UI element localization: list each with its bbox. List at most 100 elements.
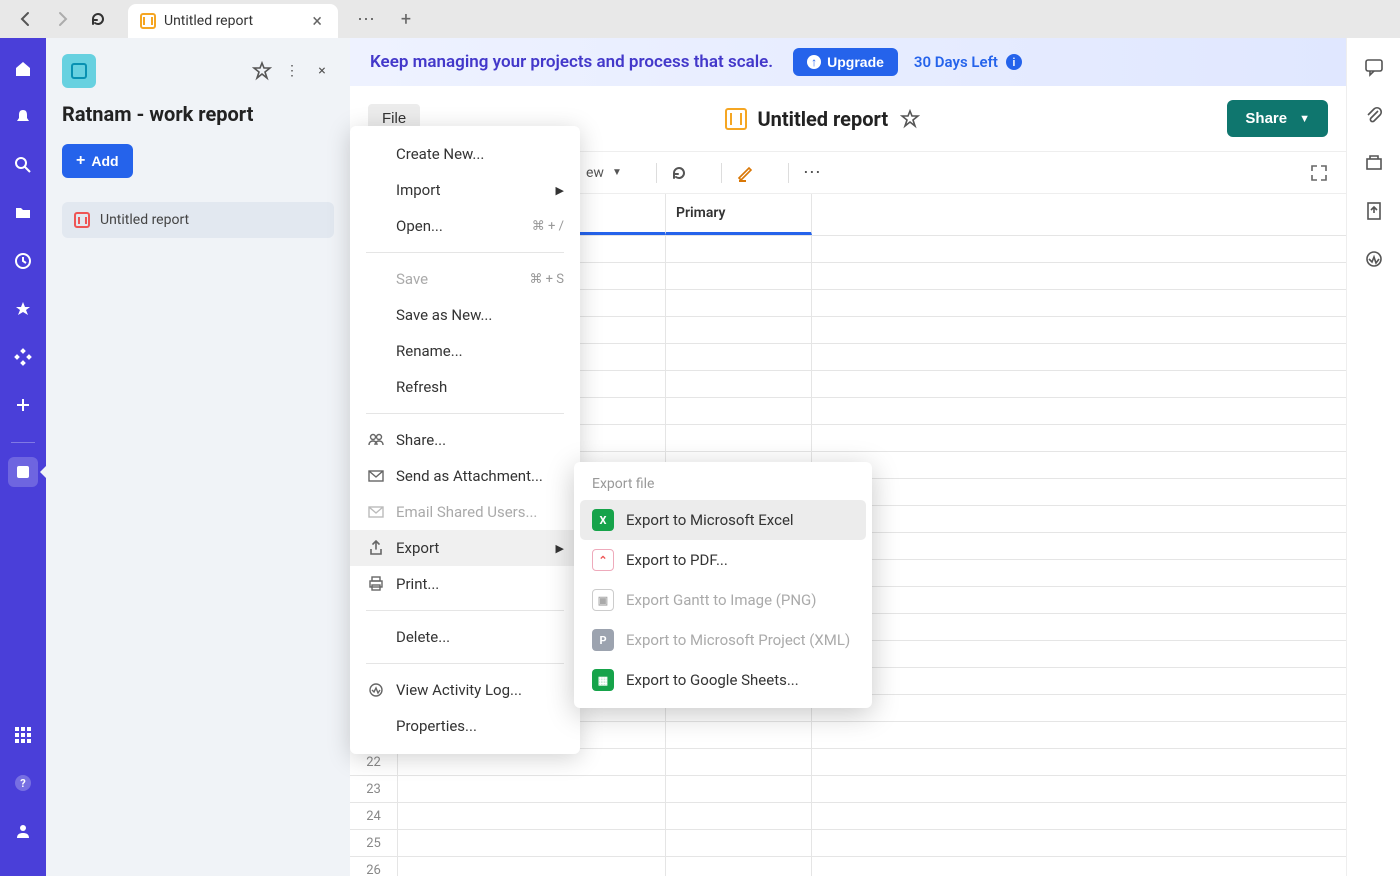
app-frame: ? ⋮ × Ratnam - work report +Add Untitled… (0, 38, 1400, 876)
table-row[interactable]: 23 (350, 776, 1346, 803)
favorites-icon[interactable] (8, 294, 38, 324)
export-pdf[interactable]: ⌃Export to PDF... (580, 540, 866, 580)
favorite-workspace-button[interactable] (250, 59, 274, 83)
menu-open[interactable]: Open...⌘ + / (350, 208, 580, 244)
cell[interactable] (666, 776, 812, 802)
cell[interactable] (666, 425, 812, 451)
tab-close-button[interactable]: × (312, 11, 322, 32)
publish-icon[interactable] (1359, 196, 1389, 226)
tab-title: Untitled report (164, 13, 304, 29)
table-row[interactable]: 26 (350, 857, 1346, 876)
mail-icon (366, 504, 386, 520)
menu-save-as-new[interactable]: Save as New... (350, 297, 580, 333)
cell[interactable] (666, 317, 812, 343)
export-excel[interactable]: XExport to Microsoft Excel (580, 500, 866, 540)
new-tab-button[interactable]: + (392, 9, 420, 30)
refresh-button[interactable] (671, 165, 687, 181)
cell[interactable] (398, 803, 666, 829)
menu-delete[interactable]: Delete... (350, 619, 580, 655)
pdf-icon: ⌃ (592, 549, 614, 571)
menu-rename[interactable]: Rename... (350, 333, 580, 369)
toolbar-more-button[interactable]: ⋯ (803, 162, 821, 183)
cell[interactable] (666, 263, 812, 289)
folder-icon[interactable] (8, 198, 38, 228)
help-icon[interactable]: ? (8, 768, 38, 798)
menu-divider (366, 252, 564, 253)
menu-import[interactable]: Import▶ (350, 172, 580, 208)
recents-icon[interactable] (8, 246, 38, 276)
primary-column-header[interactable]: Primary (666, 194, 812, 235)
cell[interactable] (666, 290, 812, 316)
activity-icon (366, 682, 386, 698)
notifications-icon[interactable] (8, 102, 38, 132)
tab-more-button[interactable]: ⋯ (352, 9, 380, 30)
svg-text:?: ? (20, 777, 26, 790)
menu-create-new[interactable]: Create New... (350, 136, 580, 172)
export-google-sheets[interactable]: ▦Export to Google Sheets... (580, 660, 866, 700)
chevron-down-icon: ▼ (612, 167, 622, 178)
highlight-button[interactable] (736, 164, 754, 182)
share-button[interactable]: Share▼ (1227, 100, 1328, 137)
menu-send-attachment[interactable]: Send as Attachment... (350, 458, 580, 494)
comments-icon[interactable] (1359, 52, 1389, 82)
cell[interactable] (666, 236, 812, 262)
report-icon (74, 212, 90, 228)
apps-grid-icon[interactable] (8, 720, 38, 750)
image-icon: ▣ (592, 589, 614, 611)
add-button[interactable]: +Add (62, 144, 133, 178)
export-gantt-png: ▣Export Gantt to Image (PNG) (580, 580, 866, 620)
print-icon (366, 576, 386, 592)
home-icon[interactable] (8, 54, 38, 84)
menu-divider (366, 663, 564, 664)
cell[interactable] (398, 776, 666, 802)
cell[interactable] (398, 857, 666, 876)
proofs-icon[interactable] (1359, 148, 1389, 178)
cell[interactable] (666, 830, 812, 856)
cell[interactable] (398, 830, 666, 856)
browser-tab[interactable]: Untitled report × (128, 4, 338, 38)
menu-export[interactable]: Export▶ (350, 530, 580, 566)
menu-refresh[interactable]: Refresh (350, 369, 580, 405)
workspace-title: Ratnam - work report (62, 102, 334, 126)
workapps-icon[interactable] (8, 342, 38, 372)
tree-item-untitled-report[interactable]: Untitled report (62, 202, 334, 238)
cell[interactable] (666, 749, 812, 775)
menu-view-activity[interactable]: View Activity Log... (350, 672, 580, 708)
right-rail (1346, 38, 1400, 876)
close-panel-button[interactable]: × (310, 59, 334, 83)
row-number: 23 (350, 776, 398, 802)
gsheets-icon: ▦ (592, 669, 614, 691)
view-dropdown[interactable]: ew▼ (586, 165, 622, 181)
upgrade-button[interactable]: ↑Upgrade (793, 48, 898, 76)
activity-log-icon[interactable] (1359, 244, 1389, 274)
expand-button[interactable] (1310, 164, 1328, 182)
menu-properties[interactable]: Properties... (350, 708, 580, 744)
table-row[interactable]: 24 (350, 803, 1346, 830)
cell[interactable] (666, 803, 812, 829)
menu-print[interactable]: Print... (350, 566, 580, 602)
search-icon[interactable] (8, 150, 38, 180)
add-icon[interactable] (8, 390, 38, 420)
menu-divider (366, 610, 564, 611)
toolbar-divider (788, 163, 789, 183)
table-row[interactable]: 25 (350, 830, 1346, 857)
attachments-icon[interactable] (1359, 100, 1389, 130)
nav-forward-button[interactable] (48, 5, 76, 33)
chevron-right-icon: ▶ (556, 542, 564, 555)
cell[interactable] (666, 722, 812, 748)
cell[interactable] (666, 371, 812, 397)
reload-button[interactable] (84, 5, 112, 33)
workspace-more-button[interactable]: ⋮ (280, 59, 304, 83)
nav-back-button[interactable] (12, 5, 40, 33)
cell[interactable] (666, 344, 812, 370)
upgrade-button-label: Upgrade (827, 54, 884, 70)
favorite-report-button[interactable] (898, 107, 922, 131)
menu-share[interactable]: Share... (350, 422, 580, 458)
cell[interactable] (666, 857, 812, 876)
workspace-icon[interactable] (8, 457, 38, 487)
shortcut-label: ⌘ + / (532, 219, 564, 234)
account-icon[interactable] (8, 816, 38, 846)
export-ms-project: PExport to Microsoft Project (XML) (580, 620, 866, 660)
info-icon[interactable]: i (1006, 54, 1022, 70)
cell[interactable] (666, 398, 812, 424)
